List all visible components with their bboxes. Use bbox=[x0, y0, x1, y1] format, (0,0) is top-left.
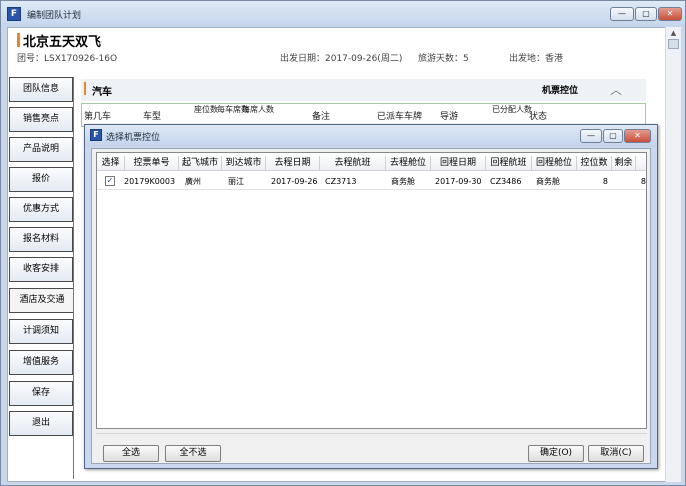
bus-col-header: 车型 bbox=[143, 112, 162, 122]
cell-back-class[interactable]: 商务舱 bbox=[536, 175, 560, 188]
footer-divider bbox=[96, 433, 647, 434]
col-header-back-date[interactable]: 回程日期 bbox=[431, 156, 486, 170]
col-header-to-city[interactable]: 到达城市 bbox=[222, 156, 266, 170]
cell-back-date[interactable]: 2017-09-30 bbox=[435, 175, 482, 188]
group-number: 团号：LSX170926-16O bbox=[17, 54, 118, 64]
nav-discount[interactable]: 优惠方式 bbox=[9, 197, 73, 222]
col-header-quota[interactable]: 控位数 bbox=[577, 156, 612, 170]
nav-operation-notes[interactable]: 计调须知 bbox=[9, 319, 73, 344]
ticket-control-title: 机票控位 bbox=[542, 86, 579, 96]
cell-from-city[interactable]: 廣州 bbox=[185, 175, 201, 188]
ok-button[interactable]: 确定(O) bbox=[528, 445, 584, 462]
scroll-up-arrow-icon[interactable]: ▲ bbox=[668, 29, 679, 38]
cell-to-city[interactable]: 丽江 bbox=[228, 175, 244, 188]
nav-hotel-transport[interactable]: 酒店及交通 bbox=[9, 288, 74, 313]
nav-customer-arrangement[interactable]: 收客安排 bbox=[9, 257, 73, 282]
travel-days: 旅游天数：5 bbox=[418, 54, 469, 64]
tour-title: 北京五天双飞 bbox=[23, 35, 102, 50]
cell-go-flight[interactable]: CZ3713 bbox=[325, 175, 356, 188]
select-all-button[interactable]: 全选 bbox=[103, 445, 159, 462]
row-divider bbox=[97, 189, 646, 190]
bus-col-header: 导游 bbox=[440, 112, 459, 122]
section-title: 汽车 bbox=[92, 87, 112, 98]
bus-col-header: 已分配人数 bbox=[492, 105, 532, 114]
nav-save[interactable]: 保存 bbox=[9, 381, 73, 406]
col-header-back-class[interactable]: 回程舱位 bbox=[532, 156, 577, 170]
title-accent-bar bbox=[17, 33, 20, 47]
dialog-titlebar[interactable]: F 选择机票控位 — ▢ ✕ bbox=[85, 125, 657, 147]
scroll-thumb[interactable] bbox=[668, 39, 679, 49]
window-title: 编制团队计划 bbox=[27, 11, 82, 21]
dialog-app-icon: F bbox=[90, 129, 102, 141]
depart-place: 出发地：香港 bbox=[509, 54, 564, 64]
nav-team-info[interactable]: 团队信息 bbox=[9, 77, 73, 102]
col-header-from-city[interactable]: 起飞城市 bbox=[179, 156, 222, 170]
dialog-body: 选择 控票单号 起飞城市 到达城市 去程日期 去程航班 去程舱位 回程日期 回程… bbox=[91, 148, 651, 464]
nav-product-description[interactable]: 产品说明 bbox=[9, 137, 73, 162]
select-ticket-dialog: F 选择机票控位 — ▢ ✕ 选择 控票单号 起飞城市 到达城市 去程日期 去程… bbox=[84, 124, 658, 469]
main-titlebar[interactable]: F 编制团队计划 — ▢ ✕ bbox=[1, 1, 685, 27]
nav-value-added[interactable]: 增值服务 bbox=[9, 350, 73, 375]
col-header-select[interactable]: 选择 bbox=[97, 156, 125, 170]
col-header-go-date[interactable]: 去程日期 bbox=[266, 156, 320, 170]
col-header-go-class[interactable]: 去程舱位 bbox=[386, 156, 431, 170]
depart-date: 出发日期：2017-09-26(周二) bbox=[280, 54, 403, 64]
bus-col-header: 已派车车牌 bbox=[377, 112, 423, 122]
col-header-remaining[interactable]: 剩余 bbox=[612, 156, 636, 170]
cell-go-date[interactable]: 2017-09-26 bbox=[271, 175, 318, 188]
dialog-minimize-button[interactable]: — bbox=[580, 129, 602, 143]
cell-quota[interactable]: 8 bbox=[577, 175, 608, 188]
minimize-button[interactable]: — bbox=[610, 7, 634, 21]
bus-col-header: 座位数 bbox=[194, 105, 218, 114]
app-icon: F bbox=[7, 7, 21, 21]
nav-sales-highlights[interactable]: 销售亮点 bbox=[9, 107, 73, 132]
col-header-ticket-no[interactable]: 控票单号 bbox=[125, 156, 179, 170]
collapse-chevron-icon[interactable]: ︿ bbox=[610, 81, 622, 98]
cell-remaining[interactable]: 8 bbox=[612, 175, 646, 188]
deselect-all-button[interactable]: 全不选 bbox=[165, 445, 221, 462]
col-header-back-flight[interactable]: 回程航班 bbox=[486, 156, 532, 170]
bus-col-header: 每车席数 bbox=[217, 105, 249, 114]
nav-registration-materials[interactable]: 报名材料 bbox=[9, 227, 73, 252]
nav-divider bbox=[73, 77, 74, 479]
cell-ticket-no[interactable]: 20179K0003 bbox=[124, 175, 175, 188]
bus-col-header: 状态 bbox=[529, 112, 548, 122]
nav-quote[interactable]: 报价 bbox=[9, 167, 73, 192]
cell-back-flight[interactable]: CZ3486 bbox=[490, 175, 521, 188]
bus-col-header: 每席人数 bbox=[242, 105, 274, 114]
main-scrollbar[interactable] bbox=[665, 27, 681, 482]
row-select-checkbox[interactable]: ✓ bbox=[105, 176, 115, 186]
ticket-grid: 选择 控票单号 起飞城市 到达城市 去程日期 去程航班 去程舱位 回程日期 回程… bbox=[96, 152, 647, 429]
section-accent-bar bbox=[84, 82, 86, 95]
dialog-maximize-button[interactable]: ▢ bbox=[603, 129, 623, 143]
dialog-close-button[interactable]: ✕ bbox=[624, 129, 651, 143]
cell-go-class[interactable]: 商务舱 bbox=[391, 175, 415, 188]
dialog-title: 选择机票控位 bbox=[106, 133, 161, 143]
bus-col-header: 备注 bbox=[312, 112, 331, 122]
bus-col-header: 第几车 bbox=[84, 112, 112, 122]
col-header-go-flight[interactable]: 去程航班 bbox=[320, 156, 386, 170]
maximize-button[interactable]: ▢ bbox=[635, 7, 657, 21]
nav-exit[interactable]: 退出 bbox=[9, 411, 73, 436]
close-button[interactable]: ✕ bbox=[658, 7, 682, 21]
cancel-button[interactable]: 取消(C) bbox=[588, 445, 644, 462]
